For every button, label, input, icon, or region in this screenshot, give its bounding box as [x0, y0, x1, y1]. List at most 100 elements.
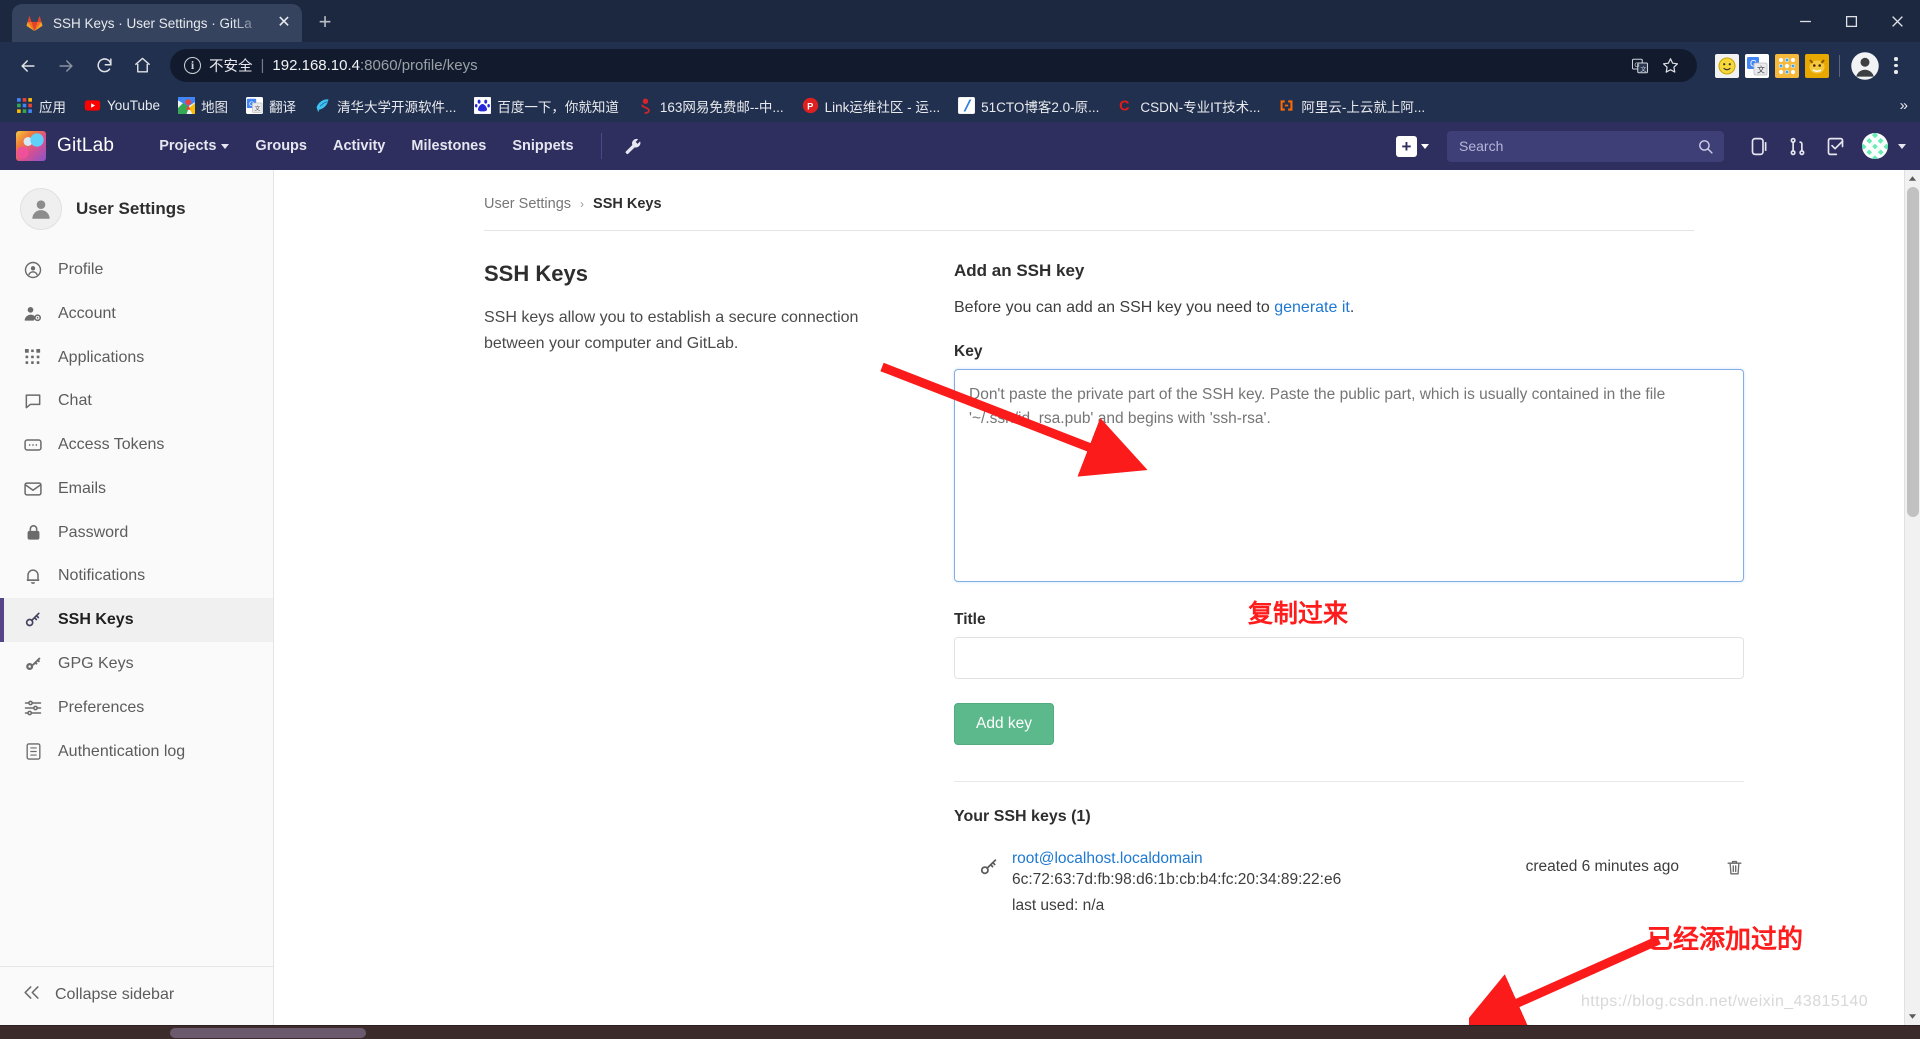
bookmark-label: 清华大学开源软件...: [337, 99, 457, 115]
profile-avatar-icon[interactable]: [1850, 51, 1880, 81]
annotation-label-copy: 复制过来: [1248, 599, 1349, 628]
sidebar-item-gpg-keys[interactable]: GPG Keys: [0, 642, 273, 686]
nav-snippets[interactable]: Snippets: [499, 124, 586, 168]
bookmark-label: 51CTO博客2.0-原...: [981, 99, 1100, 115]
bookmark-label: Link运维社区 - 运...: [824, 99, 941, 115]
translate-icon[interactable]: G文: [1627, 53, 1653, 79]
bookmark-translate[interactable]: G文 翻译: [238, 93, 304, 119]
nav-divider: [600, 133, 602, 159]
window-minimize-button[interactable]: [1782, 0, 1828, 42]
url-path: :8060/profile/keys: [360, 57, 478, 74]
new-tab-button[interactable]: +: [308, 5, 342, 39]
sidebar-item-preferences[interactable]: Preferences: [0, 686, 273, 730]
bookmark-maps[interactable]: 地图: [170, 93, 236, 119]
collapse-sidebar-button[interactable]: Collapse sidebar: [0, 966, 273, 1025]
gitlab-home-link[interactable]: GitLab: [16, 131, 114, 161]
back-button[interactable]: [10, 48, 46, 84]
form-spacer: [954, 679, 1744, 703]
window-maximize-button[interactable]: [1828, 0, 1874, 42]
bookmark-label: CSDN-专业IT技术...: [1140, 99, 1261, 115]
chevron-down-icon: [221, 143, 230, 149]
sidebar-item-emails[interactable]: Emails: [0, 467, 273, 511]
sidebar-item-label: Chat: [58, 392, 92, 409]
window-controls: [1782, 0, 1920, 42]
svg-text:文: 文: [1757, 64, 1765, 74]
svg-text:C: C: [1120, 99, 1131, 114]
window-close-button[interactable]: [1874, 0, 1920, 42]
breadcrumb-parent[interactable]: User Settings: [484, 196, 571, 212]
sidebar-item-authentication-log[interactable]: Authentication log: [0, 730, 273, 773]
bookmark-51cto[interactable]: 51CTO博客2.0-原...: [950, 93, 1107, 119]
forward-button[interactable]: [48, 48, 84, 84]
tab-close-button[interactable]: ✕: [274, 15, 294, 31]
profile-icon: [22, 260, 44, 280]
gitlab-navbar: GitLab Projects Groups Activity Mileston…: [0, 122, 1920, 170]
bottom-bar[interactable]: [0, 1025, 1920, 1039]
grid-extension-icon[interactable]: [1775, 53, 1799, 78]
smiley-extension-icon[interactable]: [1715, 53, 1739, 78]
youtube-icon: [84, 97, 101, 114]
tab-title: SSH Keys · User Settings · GitLa: [53, 15, 252, 31]
issues-icon[interactable]: [1742, 129, 1776, 163]
bookmark-apps[interactable]: 应用: [8, 93, 74, 119]
nav-groups[interactable]: Groups: [242, 124, 320, 168]
tiger-extension-icon[interactable]: [1805, 53, 1829, 78]
key-icon: [22, 654, 44, 674]
search-box[interactable]: [1447, 130, 1724, 162]
scroll-up-button[interactable]: [1905, 170, 1920, 187]
merge-request-icon[interactable]: [1780, 129, 1814, 163]
bookmark-csdn[interactable]: C CSDN-专业IT技术...: [1109, 93, 1268, 119]
account-icon: [22, 304, 44, 324]
user-avatar[interactable]: [1862, 133, 1888, 159]
scrollbar-track[interactable]: [1905, 187, 1920, 1008]
add-key-button[interactable]: Add key: [954, 703, 1055, 745]
google-translate-extension-icon[interactable]: G文: [1745, 53, 1769, 78]
bookmarks-overflow-button[interactable]: »: [1894, 95, 1914, 116]
bookmark-baidu[interactable]: 百度一下，你就知道: [466, 93, 627, 119]
home-button[interactable]: [124, 48, 160, 84]
bookmark-aliyun[interactable]: 阿里云-上云就上阿...: [1270, 93, 1433, 119]
search-input[interactable]: [1457, 137, 1697, 155]
sidebar-item-access-tokens[interactable]: Access Tokens: [0, 423, 273, 467]
bottom-bar-thumb[interactable]: [170, 1028, 366, 1038]
sidebar-item-account[interactable]: Account: [0, 292, 273, 336]
sidebar-item-ssh-keys[interactable]: SSH Keys: [0, 598, 273, 642]
title-input[interactable]: [954, 637, 1744, 679]
nav-activity[interactable]: Activity: [320, 124, 398, 168]
ssh-key-title-link[interactable]: root@localhost.localdomain: [1012, 850, 1203, 868]
nav-milestones[interactable]: Milestones: [398, 124, 499, 168]
bookmark-link-community[interactable]: P Link运维社区 - 运...: [794, 93, 949, 119]
bookmark-tuna[interactable]: 清华大学开源软件...: [306, 93, 464, 119]
sidebar-item-notifications[interactable]: Notifications: [0, 554, 273, 598]
three-dot-menu-icon[interactable]: [1882, 51, 1910, 81]
csdn-icon: C: [1117, 97, 1134, 115]
bookmark-youtube[interactable]: YouTube: [76, 94, 168, 117]
scroll-down-button[interactable]: [1905, 1008, 1920, 1025]
sidebar-item-chat[interactable]: Chat: [0, 379, 273, 423]
wrench-icon[interactable]: [616, 129, 650, 163]
ssh-key-textarea[interactable]: [954, 369, 1744, 582]
browser-tab[interactable]: SSH Keys · User Settings · GitLa ✕: [12, 4, 302, 42]
bookmark-netease[interactable]: 163网易免费邮--中...: [629, 93, 792, 119]
sidebar-item-label: Password: [58, 523, 129, 541]
sidebar-item-password[interactable]: Password: [0, 511, 273, 554]
new-dropdown-button[interactable]: +: [1390, 132, 1435, 161]
sidebar-item-profile[interactable]: Profile: [0, 248, 273, 292]
bookmark-star-icon[interactable]: [1657, 53, 1683, 79]
ssh-key-created: created 6 minutes ago: [1525, 858, 1679, 875]
add-key-heading: Add an SSH key: [954, 261, 1085, 280]
reload-button[interactable]: [86, 48, 122, 84]
sliders-icon: [22, 698, 44, 718]
nav-projects[interactable]: Projects: [146, 124, 242, 168]
bell-icon: [22, 566, 44, 586]
trash-icon[interactable]: [1725, 858, 1744, 882]
chevron-down-icon[interactable]: [1898, 143, 1906, 149]
address-bar[interactable]: i 不安全 | 192.168.10.4:8060/profile/keys G…: [170, 49, 1697, 82]
scrollbar-thumb[interactable]: [1906, 187, 1919, 517]
generate-it-link[interactable]: generate it: [1274, 299, 1350, 316]
todos-icon[interactable]: [1818, 129, 1852, 163]
sidebar-item-label: Access Tokens: [58, 436, 165, 453]
sidebar-item-applications[interactable]: Applications: [0, 336, 273, 379]
vertical-scrollbar[interactable]: [1904, 170, 1920, 1025]
site-info-icon[interactable]: i: [184, 57, 201, 74]
